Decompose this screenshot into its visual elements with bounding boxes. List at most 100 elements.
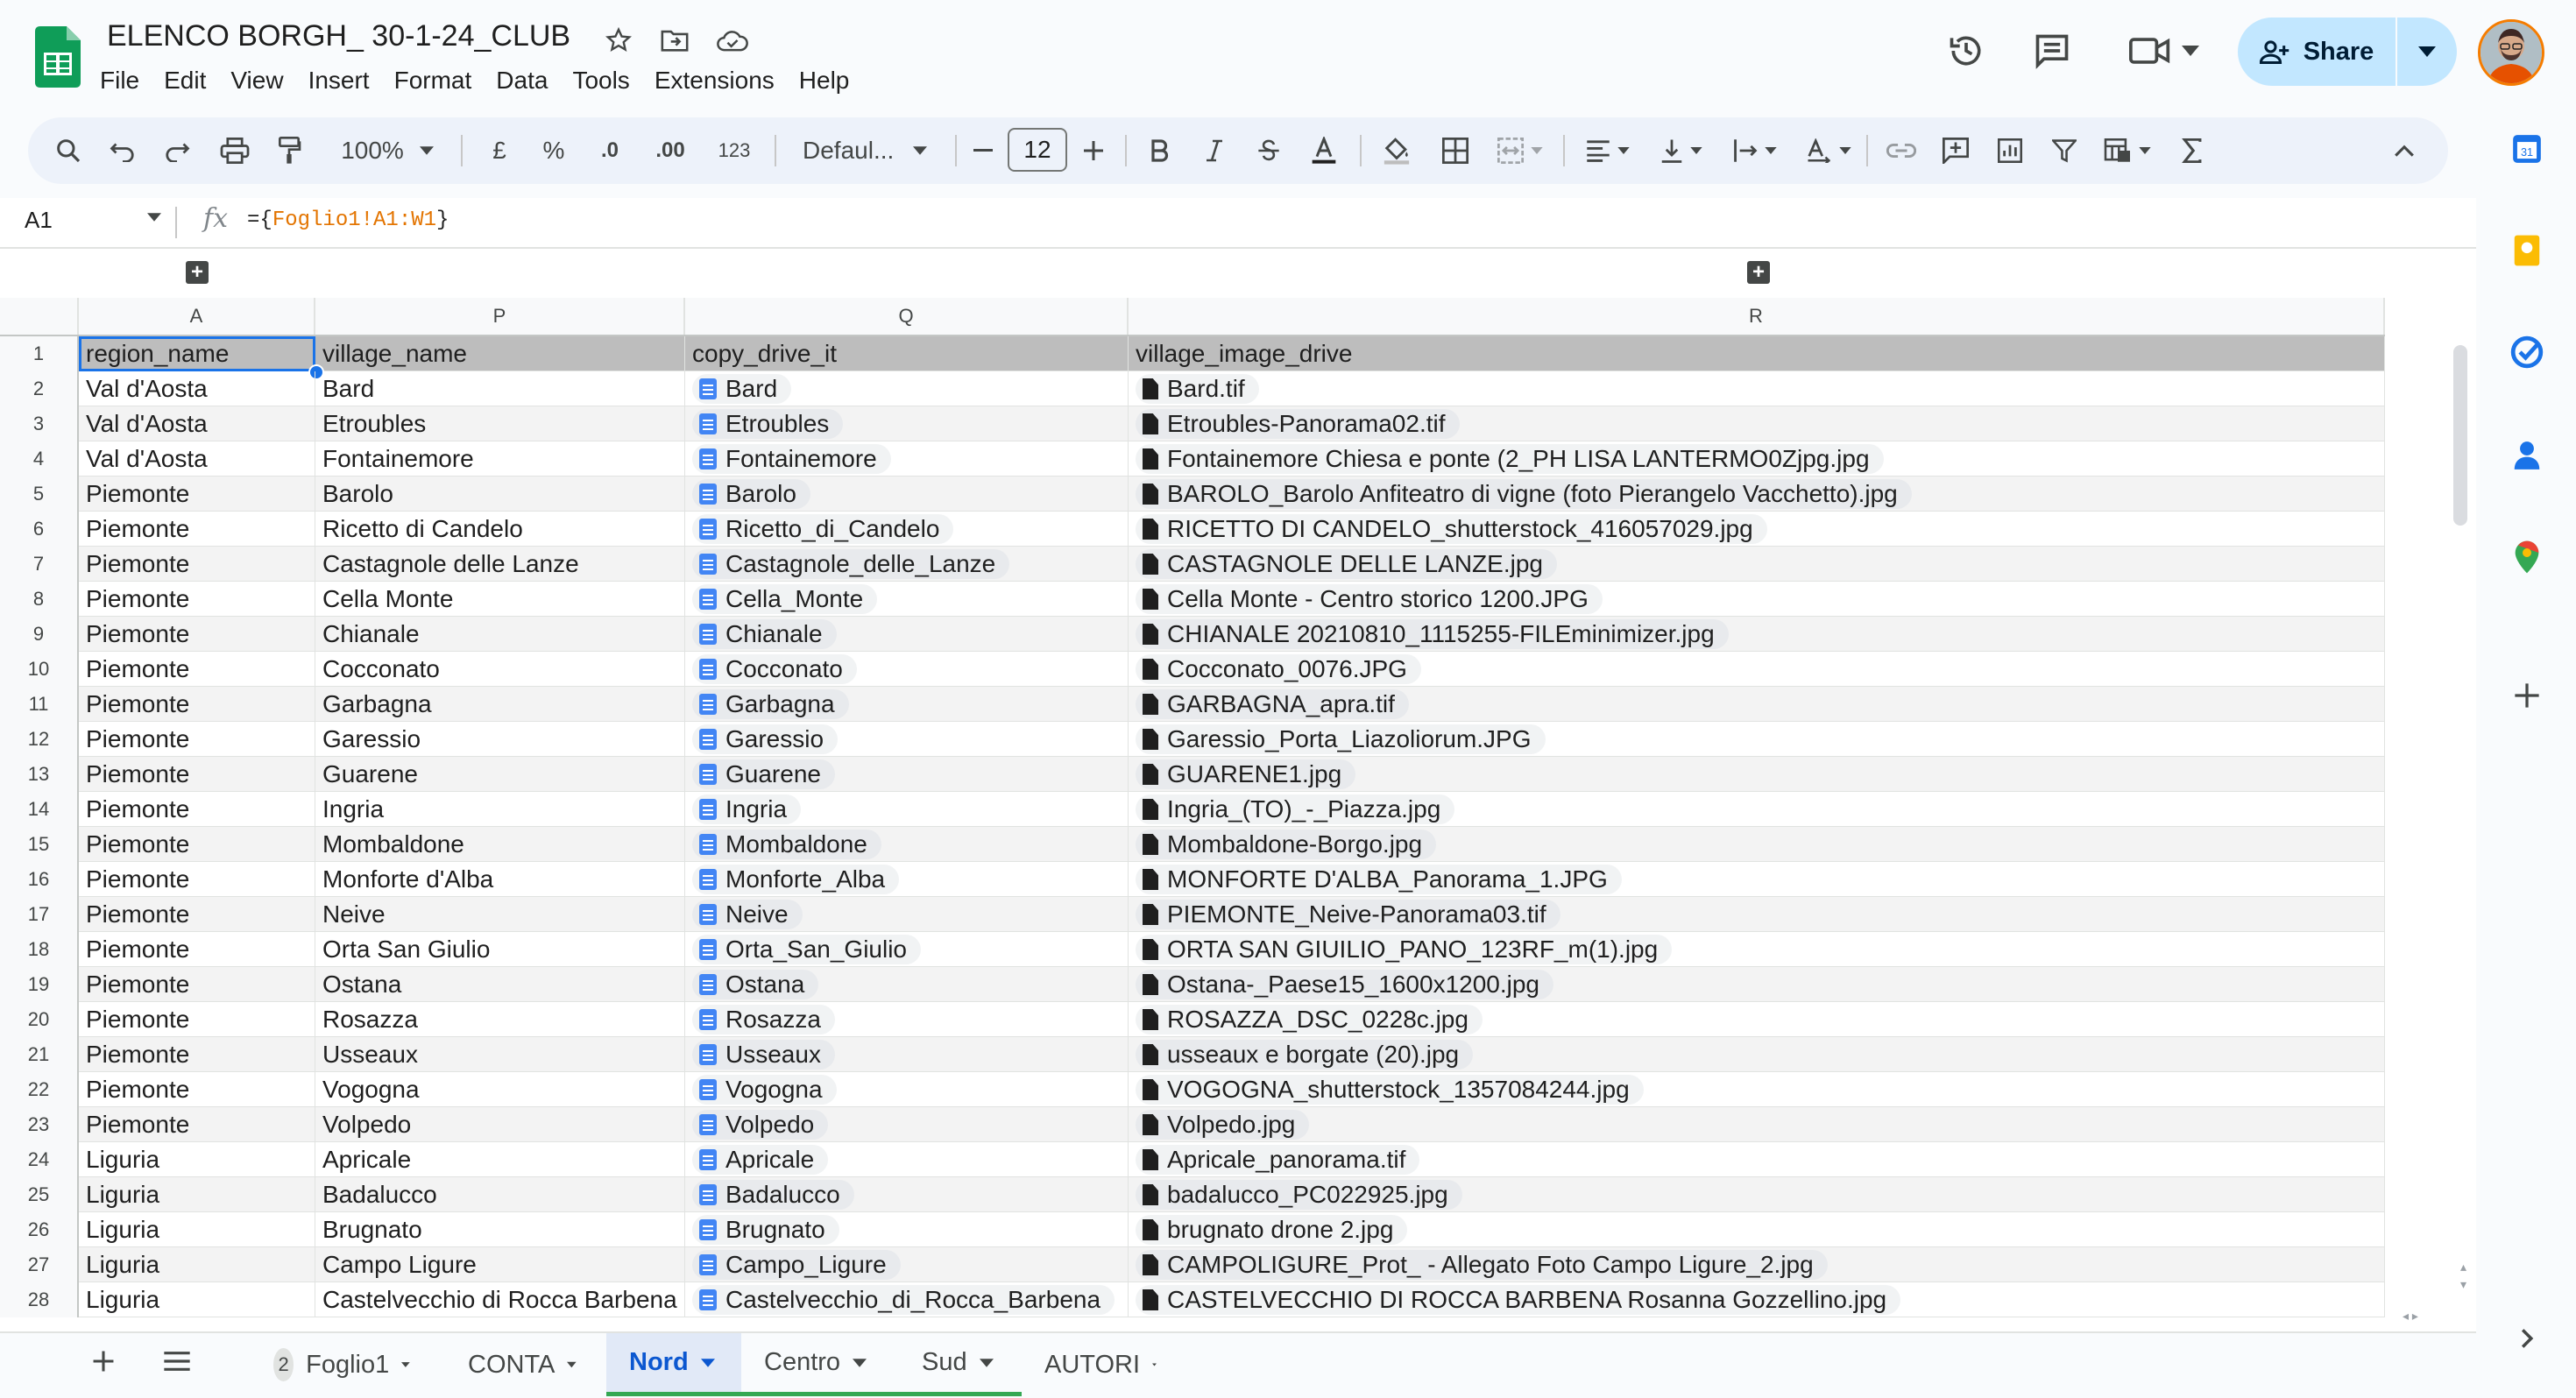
cell-village-name[interactable]: Brugnato — [315, 1212, 685, 1247]
cell-image-drive[interactable]: ROSAZZA_DSC_0228c.jpg — [1129, 1002, 2385, 1037]
select-all-corner[interactable] — [0, 298, 79, 335]
cell-image-drive[interactable]: Bard.tif — [1129, 371, 2385, 406]
row-number[interactable]: 19 — [0, 967, 79, 1002]
bold-icon[interactable] — [1141, 117, 1179, 184]
drive-doc-chip[interactable]: Castelvecchio_di_Rocca_Barbena — [692, 1285, 1115, 1315]
row-number[interactable]: 26 — [0, 1212, 79, 1247]
chevron-down-icon[interactable] — [401, 1360, 410, 1369]
cell-copy-drive[interactable]: copy_drive_it — [685, 336, 1129, 371]
share-button[interactable]: Share — [2238, 18, 2457, 86]
cell-village-name[interactable]: Chianale — [315, 617, 685, 652]
cell-village-name[interactable]: Ostana — [315, 967, 685, 1002]
row-number[interactable]: 5 — [0, 477, 79, 512]
cell-image-drive[interactable]: CHIANALE 20210810_1115255-FILEminimizer.… — [1129, 617, 2385, 652]
cell-village-name[interactable]: Cella Monte — [315, 582, 685, 617]
expand-icon[interactable] — [2509, 1321, 2544, 1356]
cell-image-drive[interactable]: Volpedo.jpg — [1129, 1107, 2385, 1142]
menu-view[interactable]: View — [222, 63, 292, 98]
chevron-down-icon[interactable] — [979, 1358, 994, 1367]
cell-copy-drive[interactable]: Cocconato — [685, 652, 1129, 687]
drive-file-chip[interactable]: Cella Monte - Centro storico 1200.JPG — [1136, 584, 1603, 614]
cell-region-name[interactable]: Liguria — [79, 1177, 315, 1212]
drive-doc-chip[interactable]: Apricale — [692, 1145, 829, 1175]
cell-copy-drive[interactable]: Monforte_Alba — [685, 862, 1129, 897]
row-number[interactable]: 10 — [0, 652, 79, 687]
cell-image-drive[interactable]: RICETTO DI CANDELO_shutterstock_41605702… — [1129, 512, 2385, 547]
drive-doc-chip[interactable]: Mombaldone — [692, 830, 881, 859]
cell-village-name[interactable]: Cocconato — [315, 652, 685, 687]
cell-village-name[interactable]: Fontainemore — [315, 441, 685, 477]
row-number[interactable]: 4 — [0, 441, 79, 477]
drive-file-chip[interactable]: Bard.tif — [1136, 374, 1259, 404]
cell-region-name[interactable]: Piemonte — [79, 862, 315, 897]
cell-copy-drive[interactable]: Badalucco — [685, 1177, 1129, 1212]
row-number[interactable]: 18 — [0, 932, 79, 967]
cell-region-name[interactable]: Val d'Aosta — [79, 371, 315, 406]
star-icon[interactable] — [601, 23, 636, 58]
cell-copy-drive[interactable]: Brugnato — [685, 1212, 1129, 1247]
font-size-input[interactable]: 12 — [1008, 128, 1067, 172]
calendar-icon[interactable]: 31 — [2509, 131, 2544, 166]
drive-doc-chip[interactable]: Volpedo — [692, 1110, 829, 1140]
paint-format-icon[interactable] — [270, 117, 308, 184]
search-menus-icon[interactable] — [47, 117, 89, 184]
cell-region-name[interactable]: Piemonte — [79, 897, 315, 932]
drive-doc-chip[interactable]: Garessio — [692, 724, 839, 754]
decrease-decimal-button[interactable]: .0 — [591, 117, 629, 184]
sheets-logo-icon[interactable] — [35, 26, 81, 88]
menu-tools[interactable]: Tools — [563, 63, 638, 98]
row-number[interactable]: 1 — [0, 336, 79, 371]
drive-file-chip[interactable]: Etroubles-Panorama02.tif — [1136, 409, 1460, 439]
cell-village-name[interactable]: Garbagna — [315, 687, 685, 722]
cell-region-name[interactable]: Piemonte — [79, 722, 315, 757]
cell-image-drive[interactable]: village_image_drive — [1129, 336, 2385, 371]
merge-cells-icon[interactable] — [1488, 117, 1553, 184]
drive-doc-chip[interactable]: Etroubles — [692, 409, 844, 439]
drive-file-chip[interactable]: CHIANALE 20210810_1115255-FILEminimizer.… — [1136, 619, 1729, 649]
cell-copy-drive[interactable]: Usseaux — [685, 1037, 1129, 1072]
menu-edit[interactable]: Edit — [155, 63, 215, 98]
cell-region-name[interactable]: Piemonte — [79, 547, 315, 582]
row-number[interactable]: 2 — [0, 371, 79, 406]
name-box[interactable]: A1 — [25, 207, 53, 234]
row-number[interactable]: 8 — [0, 582, 79, 617]
cell-region-name[interactable]: Liguria — [79, 1247, 315, 1282]
row-number[interactable]: 11 — [0, 687, 79, 722]
column-header-p[interactable]: P — [315, 298, 685, 335]
drive-file-chip[interactable]: brugnato drone 2.jpg — [1136, 1215, 1408, 1245]
cell-image-drive[interactable]: Mombaldone-Borgo.jpg — [1129, 827, 2385, 862]
menu-help[interactable]: Help — [790, 63, 859, 98]
document-title[interactable]: ELENCO BORGH_ 30-1-24_CLUB — [107, 19, 570, 53]
share-main-button[interactable]: Share — [2238, 18, 2396, 86]
chevron-down-icon[interactable] — [567, 1360, 577, 1369]
cell-village-name[interactable]: Castagnole delle Lanze — [315, 547, 685, 582]
chevron-down-icon[interactable] — [853, 1358, 867, 1367]
drive-file-chip[interactable]: Volpedo.jpg — [1136, 1110, 1310, 1140]
cell-region-name[interactable]: Piemonte — [79, 477, 315, 512]
menu-file[interactable]: File — [91, 63, 148, 98]
strikethrough-icon[interactable] — [1249, 117, 1288, 184]
move-folder-icon[interactable] — [657, 23, 692, 58]
row-number[interactable]: 20 — [0, 1002, 79, 1037]
cell-image-drive[interactable]: CASTAGNOLE DELLE LANZE.jpg — [1129, 547, 2385, 582]
filter-views-icon[interactable] — [2096, 117, 2159, 184]
cell-region-name[interactable]: Piemonte — [79, 827, 315, 862]
row-number[interactable]: 23 — [0, 1107, 79, 1142]
row-number[interactable]: 6 — [0, 512, 79, 547]
cell-village-name[interactable]: Rosazza — [315, 1002, 685, 1037]
drive-file-chip[interactable]: CASTAGNOLE DELLE LANZE.jpg — [1136, 549, 1557, 579]
cell-image-drive[interactable]: PIEMONTE_Neive-Panorama03.tif — [1129, 897, 2385, 932]
drive-doc-chip[interactable]: Guarene — [692, 759, 835, 789]
increase-decimal-button[interactable]: .00 — [648, 117, 692, 184]
cell-village-name[interactable]: Volpedo — [315, 1107, 685, 1142]
cell-copy-drive[interactable]: Rosazza — [685, 1002, 1129, 1037]
drive-file-chip[interactable]: Ingria_(TO)_-_Piazza.jpg — [1136, 794, 1455, 824]
chevron-down-icon[interactable] — [147, 210, 161, 226]
cell-region-name[interactable]: Piemonte — [79, 687, 315, 722]
cell-image-drive[interactable]: Ingria_(TO)_-_Piazza.jpg — [1129, 792, 2385, 827]
drive-doc-chip[interactable]: Castagnole_delle_Lanze — [692, 549, 1010, 579]
cell-copy-drive[interactable]: Garessio — [685, 722, 1129, 757]
row-number[interactable]: 12 — [0, 722, 79, 757]
menu-extensions[interactable]: Extensions — [646, 63, 783, 98]
add-icon[interactable] — [2509, 678, 2544, 713]
